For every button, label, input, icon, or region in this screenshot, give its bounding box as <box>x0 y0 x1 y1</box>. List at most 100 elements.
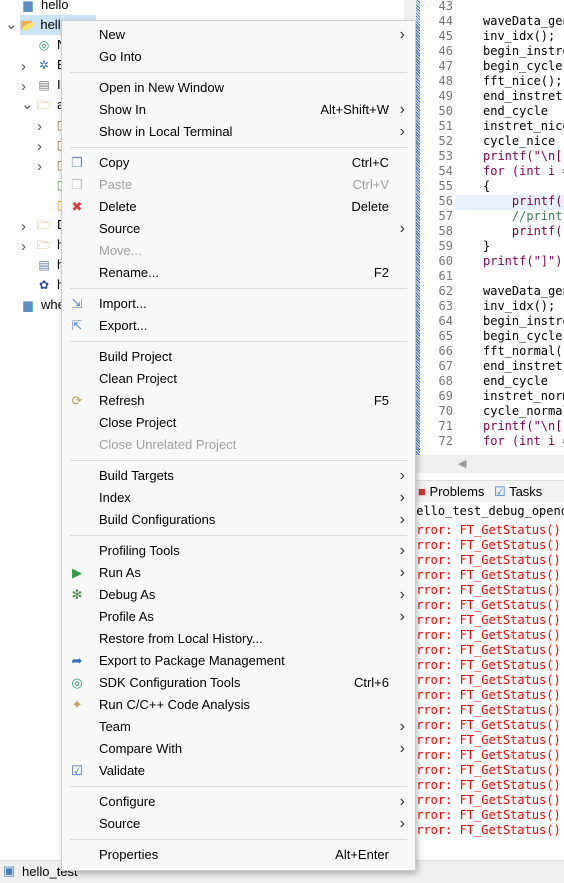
problems-tab[interactable]: ■ Problems <box>418 484 484 499</box>
menu-item-label: Compare With <box>99 741 183 756</box>
folder-icon: 🗁 <box>36 238 52 252</box>
menu-item-shortcut: Delete <box>351 199 389 214</box>
scroll-left-icon[interactable]: ◀ <box>458 457 466 470</box>
tree-item[interactable]: ▆ whe <box>20 295 64 315</box>
console-error-line: Error: FT_GetStatus() <box>416 628 561 642</box>
line-number: 60 <box>438 254 453 268</box>
line-number: 67 <box>438 359 453 373</box>
chevron-right-icon[interactable]: › <box>21 218 26 235</box>
line-number: 56 <box>438 194 453 208</box>
tasks-icon: ☑ <box>494 484 506 499</box>
chevron-right-icon: › <box>399 815 405 832</box>
menu-item-paste[interactable]: ❐ Paste Ctrl+V <box>62 174 415 196</box>
line-number: 52 <box>438 134 453 148</box>
line-number: 43 <box>438 0 453 13</box>
menu-item-validate[interactable]: ☑ Validate <box>62 760 415 782</box>
chevron-right-icon: › <box>399 467 405 484</box>
run-icon: ▶ <box>72 565 82 580</box>
tree-item[interactable]: ✿h <box>36 275 64 295</box>
tree-item[interactable]: ▤ I <box>36 75 60 95</box>
line-number: 59 <box>438 239 453 253</box>
menu-item-build-project[interactable]: Build Project <box>62 346 415 368</box>
console-title: hello_test_debug_openocd <box>416 504 564 518</box>
chevron-right-icon[interactable]: › <box>37 118 42 135</box>
menu-item-clean-project[interactable]: Clean Project <box>62 368 415 390</box>
chevron-right-icon: › <box>399 718 405 735</box>
menu-item-label: Open in New Window <box>99 80 224 95</box>
code-line: begin_cycle <box>483 329 564 343</box>
menu-item-profile-as[interactable]: Profile As › <box>62 606 415 628</box>
chevron-right-icon[interactable]: › <box>21 58 26 75</box>
delete-icon: ✖ <box>71 199 83 214</box>
chevron-right-icon[interactable]: › <box>37 158 42 175</box>
code-editor[interactable]: 43 44 waveData_gen 45 inv_idx(); 46 begin_inst… <box>420 0 564 455</box>
chevron-right-icon[interactable]: › <box>21 238 26 255</box>
chevron-down-icon[interactable]: ⌄ <box>5 15 18 33</box>
menu-item-source[interactable]: Source › <box>62 218 415 240</box>
chevron-right-icon[interactable]: › <box>21 78 26 95</box>
menu-item-properties[interactable]: Properties Alt+Enter <box>62 844 415 866</box>
menu-item-label: Run As <box>99 565 141 580</box>
menu-item-profiling-tools[interactable]: Profiling Tools › <box>62 540 415 562</box>
chevron-right-icon[interactable]: › <box>37 138 42 155</box>
console-error-line: Error: FT_GetStatus() <box>416 643 561 657</box>
menu-item-run-as[interactable]: ▶ Run As › <box>62 562 415 584</box>
code-line: printf(" <box>483 194 564 208</box>
console-output[interactable]: Error: FT_GetStatus() Error: FT_GetStatus… <box>416 522 564 840</box>
line-number: 53 <box>438 149 453 163</box>
menu-item-copy[interactable]: ❐ Copy Ctrl+C <box>62 152 415 174</box>
console-error-line: Error: FT_GetStatus() <box>416 583 561 597</box>
menu-item-show-in-local-terminal[interactable]: Show in Local Terminal › <box>62 121 415 143</box>
tree-item[interactable]: ▆ hello <box>20 0 68 15</box>
line-number: 66 <box>438 344 453 358</box>
project-folder-icon: ▆ <box>23 298 33 312</box>
menu-item-go-into[interactable]: Go Into <box>62 46 415 68</box>
menu-item-index[interactable]: Index › <box>62 487 415 509</box>
binaries-icon: ✲ <box>38 58 50 72</box>
code-line: inv_idx(); <box>483 299 556 313</box>
menu-item-import[interactable]: ⇲ Import... <box>62 293 415 315</box>
chevron-right-icon: › <box>399 608 405 625</box>
menu-item-run-c-c-code-analysis[interactable]: ✦ Run C/C++ Code Analysis <box>62 694 415 716</box>
menu-item-rename[interactable]: Rename... F2 <box>62 262 415 284</box>
menu-item-label: Paste <box>99 177 133 192</box>
paste-icon: ❐ <box>71 177 83 192</box>
menu-separator <box>70 535 407 536</box>
menu-item-debug-as[interactable]: ✻ Debug As › <box>62 584 415 606</box>
menu-item-close-project[interactable]: Close Project <box>62 412 415 434</box>
menu-item-configure[interactable]: Configure › <box>62 791 415 813</box>
menu-item-build-configurations[interactable]: Build Configurations › <box>62 509 415 531</box>
console-error-line: Error: FT_GetStatus() <box>416 538 561 552</box>
line-number: 63 <box>438 299 453 313</box>
tree-item[interactable]: 🗁a <box>36 95 65 115</box>
menu-item-label: Configure <box>99 794 156 809</box>
tree-item[interactable]: 🗁h <box>36 235 65 255</box>
menu-item-open-in-new-window[interactable]: Open in New Window <box>62 77 415 99</box>
code-line: } <box>483 239 491 253</box>
menu-item-build-targets[interactable]: Build Targets › <box>62 465 415 487</box>
menu-item-new[interactable]: New › <box>62 24 415 46</box>
line-number: 68 <box>438 374 453 388</box>
menu-item-move[interactable]: Move... <box>62 240 415 262</box>
menu-item-team[interactable]: Team › <box>62 716 415 738</box>
menu-item-close-unrelated-project[interactable]: Close Unrelated Project <box>62 434 415 456</box>
menu-item-delete[interactable]: ✖ Delete Delete <box>62 196 415 218</box>
console-error-line: Error: FT_GetStatus() <box>416 673 561 687</box>
code-line: begin_instre <box>483 44 564 58</box>
menu-item-refresh[interactable]: ⟳ Refresh F5 <box>62 390 415 412</box>
menu-item-source[interactable]: Source › <box>62 813 415 835</box>
menu-item-compare-with[interactable]: Compare With › <box>62 738 415 760</box>
menu-item-export[interactable]: ⇱ Export... <box>62 315 415 337</box>
line-number: 45 <box>438 29 453 43</box>
editor-horizontal-scrollbar[interactable]: ◀ <box>416 455 564 473</box>
menu-item-export-to-package-management[interactable]: ➦ Export to Package Management <box>62 650 415 672</box>
menu-item-sdk-configuration-tools[interactable]: ◎ SDK Configuration Tools Ctrl+6 <box>62 672 415 694</box>
line-number: 64 <box>438 314 453 328</box>
tree-item[interactable]: ▤h <box>36 255 64 275</box>
console-error-line: Error: FT_GetStatus() <box>416 523 561 537</box>
chevron-down-icon[interactable]: ⌄ <box>21 95 34 113</box>
code-line: fft_normal() <box>483 344 564 358</box>
menu-item-restore-from-local-history[interactable]: Restore from Local History... <box>62 628 415 650</box>
menu-item-show-in[interactable]: Show In Alt+Shift+W › <box>62 99 415 121</box>
tasks-tab[interactable]: ☑ Tasks <box>494 484 542 499</box>
